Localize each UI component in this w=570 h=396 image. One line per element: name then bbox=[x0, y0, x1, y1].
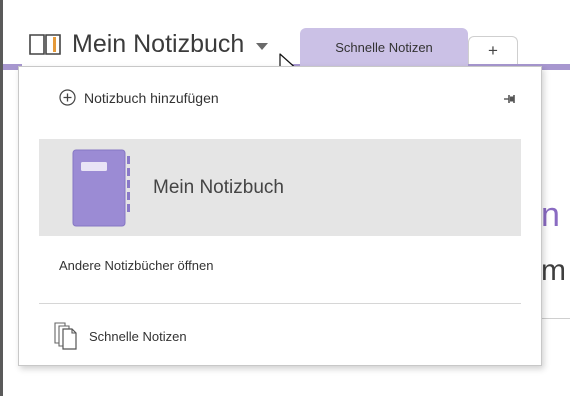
open-other-notebooks-link[interactable]: Andere Notizbücher öffnen bbox=[59, 258, 213, 273]
page-date-fragment: m bbox=[541, 254, 566, 287]
menu-divider bbox=[39, 303, 521, 304]
pin-icon[interactable] bbox=[503, 93, 517, 105]
add-notebook-label: Notizbuch hinzufügen bbox=[84, 89, 219, 106]
tab-quick-notes[interactable]: Schnelle Notizen bbox=[300, 28, 468, 66]
quick-notes-label: Schnelle Notizen bbox=[89, 328, 187, 344]
page-divider bbox=[541, 318, 570, 319]
notebook-dropdown: Notizbuch hinzufügen Mein Notizbuch Ande… bbox=[18, 66, 542, 366]
notebook-title: Mein Notizbuch bbox=[72, 29, 245, 58]
notebook-list-item[interactable]: Mein Notizbuch bbox=[39, 139, 521, 236]
notebook-list-item-label: Mein Notizbuch bbox=[153, 176, 284, 198]
chevron-down-icon bbox=[256, 42, 269, 50]
add-section-tab[interactable]: + bbox=[468, 36, 518, 64]
quick-notes-item[interactable]: Schnelle Notizen bbox=[53, 321, 187, 351]
notebook-selector[interactable]: Mein Notizbuch bbox=[22, 22, 292, 66]
plus-circle-icon bbox=[59, 89, 76, 106]
open-book-icon bbox=[29, 34, 61, 55]
notebook-icon bbox=[72, 149, 130, 226]
add-notebook-button[interactable]: Notizbuch hinzufügen bbox=[59, 89, 219, 106]
pages-icon bbox=[54, 322, 77, 350]
window-edge bbox=[0, 0, 3, 396]
page-title-fragment: n bbox=[541, 196, 560, 234]
